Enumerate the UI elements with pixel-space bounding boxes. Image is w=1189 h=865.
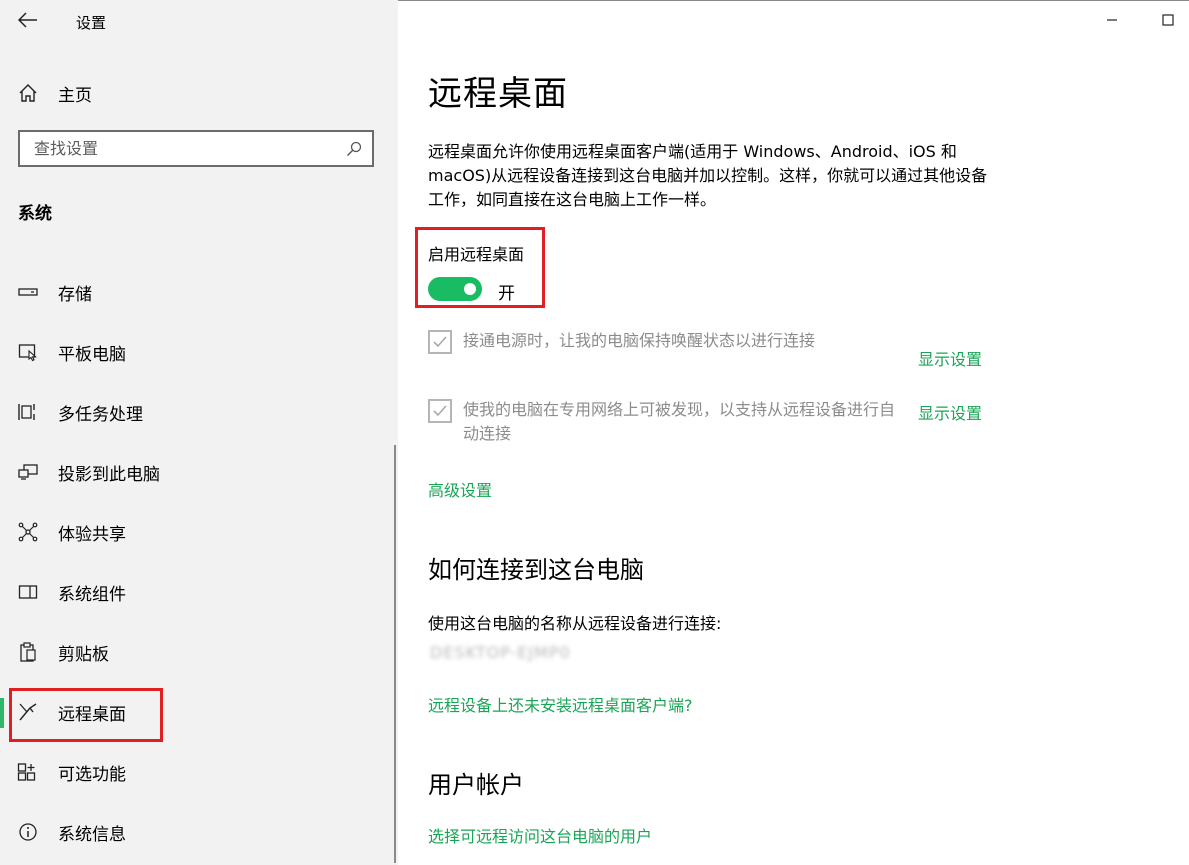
share-icon: [17, 522, 39, 542]
search-input[interactable]: [20, 132, 334, 165]
maximize-icon: [1162, 14, 1174, 26]
title-bar-border: [398, 0, 1189, 1]
highlight-box: [9, 688, 163, 742]
page-title: 远程桌面: [428, 74, 568, 114]
display-settings-link-2[interactable]: 显示设置: [918, 400, 982, 424]
sidebar-item-label: 主页: [58, 85, 92, 106]
sidebar-item-info[interactable]: 系统信息: [0, 812, 398, 852]
search-box: [18, 130, 374, 167]
sidebar-item-label: 系统信息: [58, 825, 126, 845]
back-arrow-icon: [18, 12, 37, 28]
sidebar-item-label: 可选功能: [58, 765, 126, 785]
connect-instruction: 使用这台电脑的名称从远程设备进行连接:: [428, 614, 722, 633]
advanced-settings-link[interactable]: 高级设置: [428, 477, 492, 501]
sidebar-item-optional-features[interactable]: 可选功能: [0, 752, 398, 792]
info-icon: [17, 822, 39, 842]
sidebar-item-home[interactable]: 主页: [18, 80, 92, 106]
components-icon: [17, 582, 39, 602]
sidebar-item-label: 平板电脑: [58, 345, 126, 365]
discoverable-checkbox[interactable]: [428, 399, 452, 423]
sidebar-item-clipboard[interactable]: 剪贴板: [0, 632, 398, 672]
connect-heading: 如何连接到这台电脑: [428, 556, 644, 584]
storage-icon: [17, 282, 39, 302]
checkmark-icon: [433, 405, 447, 417]
keep-awake-checkbox[interactable]: [428, 330, 452, 354]
sidebar-item-label: 系统组件: [58, 585, 126, 605]
select-users-link[interactable]: 选择可远程访问这台电脑的用户: [428, 823, 652, 847]
accounts-heading: 用户帐户: [428, 771, 524, 799]
sidebar-item-label: 存储: [58, 285, 92, 305]
description-text: 远程桌面允许你使用远程桌面客户端(适用于 Windows、Android、iOS…: [428, 142, 988, 209]
sidebar-item-label: 剪贴板: [58, 645, 109, 665]
keep-awake-label: 接通电源时，让我的电脑保持唤醒状态以进行连接: [463, 331, 816, 350]
project-icon: [17, 462, 39, 482]
pc-name: DESKTOP-EJMP0: [430, 643, 571, 662]
display-settings-link-1[interactable]: 显示设置: [918, 346, 982, 370]
sidebar-item-project[interactable]: 投影到此电脑: [0, 452, 398, 492]
clipboard-icon: [17, 642, 39, 662]
maximize-button[interactable]: [1158, 10, 1178, 30]
tablet-icon: [17, 342, 39, 362]
search-icon[interactable]: [346, 141, 362, 161]
minimize-button[interactable]: [1102, 10, 1122, 30]
highlight-box: [415, 227, 545, 308]
sidebar-item-storage[interactable]: 存储: [0, 272, 398, 312]
minimize-icon: [1107, 19, 1117, 21]
app-title: 设置: [76, 14, 107, 32]
back-button[interactable]: [16, 8, 40, 32]
discoverable-label: 使我的电脑在专用网络上可被发现，以支持从远程设备进行自动连接: [463, 400, 896, 443]
sidebar-item-components[interactable]: 系统组件: [0, 572, 398, 612]
sidebar-item-tablet[interactable]: 平板电脑: [0, 332, 398, 372]
sidebar-item-label: 投影到此电脑: [58, 465, 160, 485]
sidebar-item-share[interactable]: 体验共享: [0, 512, 398, 552]
multitasking-icon: [17, 402, 39, 422]
optional-features-icon: [17, 762, 39, 782]
client-not-installed-link[interactable]: 远程设备上还未安装远程桌面客户端?: [428, 692, 693, 716]
home-icon: [19, 84, 37, 102]
sidebar-item-label: 多任务处理: [58, 405, 143, 425]
checkmark-icon: [433, 336, 447, 348]
section-label: 系统: [18, 204, 52, 224]
sidebar-item-label: 体验共享: [58, 525, 126, 545]
sidebar-item-multitasking[interactable]: 多任务处理: [0, 392, 398, 432]
sidebar-scrollbar[interactable]: [394, 445, 396, 863]
